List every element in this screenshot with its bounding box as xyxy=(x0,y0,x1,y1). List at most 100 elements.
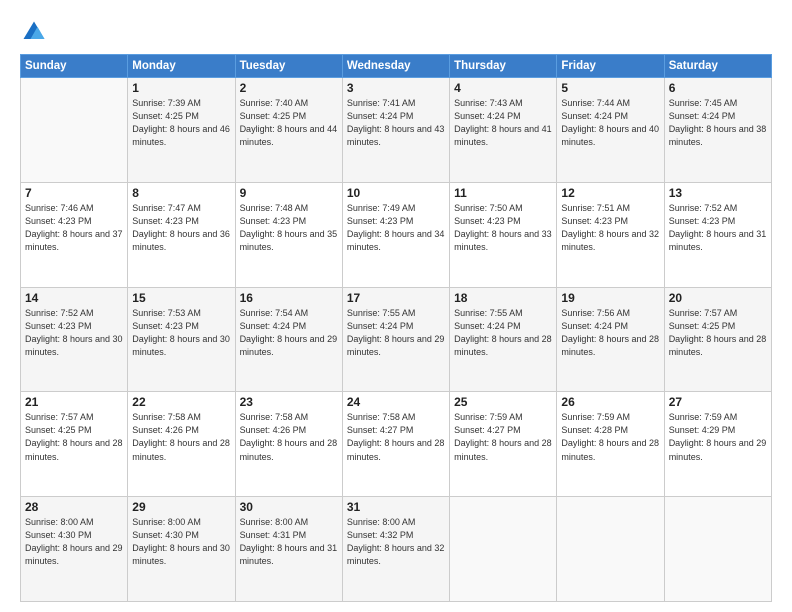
day-number: 2 xyxy=(240,81,338,95)
calendar-cell: 31 Sunrise: 8:00 AMSunset: 4:32 PMDaylig… xyxy=(342,497,449,602)
day-number: 26 xyxy=(561,395,659,409)
calendar-cell: 14 Sunrise: 7:52 AMSunset: 4:23 PMDaylig… xyxy=(21,287,128,392)
day-number: 11 xyxy=(454,186,552,200)
calendar-cell: 26 Sunrise: 7:59 AMSunset: 4:28 PMDaylig… xyxy=(557,392,664,497)
calendar-cell: 4 Sunrise: 7:43 AMSunset: 4:24 PMDayligh… xyxy=(450,78,557,183)
weekday-header-tuesday: Tuesday xyxy=(235,55,342,78)
day-number: 25 xyxy=(454,395,552,409)
calendar-cell xyxy=(450,497,557,602)
calendar-cell: 11 Sunrise: 7:50 AMSunset: 4:23 PMDaylig… xyxy=(450,182,557,287)
day-number: 17 xyxy=(347,291,445,305)
day-info: Sunrise: 7:55 AMSunset: 4:24 PMDaylight:… xyxy=(347,308,445,357)
calendar-cell: 8 Sunrise: 7:47 AMSunset: 4:23 PMDayligh… xyxy=(128,182,235,287)
weekday-header-friday: Friday xyxy=(557,55,664,78)
calendar-cell: 25 Sunrise: 7:59 AMSunset: 4:27 PMDaylig… xyxy=(450,392,557,497)
weekday-header-monday: Monday xyxy=(128,55,235,78)
day-number: 9 xyxy=(240,186,338,200)
day-info: Sunrise: 7:44 AMSunset: 4:24 PMDaylight:… xyxy=(561,98,659,147)
calendar-cell: 16 Sunrise: 7:54 AMSunset: 4:24 PMDaylig… xyxy=(235,287,342,392)
day-info: Sunrise: 7:51 AMSunset: 4:23 PMDaylight:… xyxy=(561,203,659,252)
day-info: Sunrise: 8:00 AMSunset: 4:32 PMDaylight:… xyxy=(347,517,445,566)
day-info: Sunrise: 8:00 AMSunset: 4:30 PMDaylight:… xyxy=(25,517,123,566)
day-info: Sunrise: 7:52 AMSunset: 4:23 PMDaylight:… xyxy=(669,203,767,252)
day-number: 5 xyxy=(561,81,659,95)
day-info: Sunrise: 7:39 AMSunset: 4:25 PMDaylight:… xyxy=(132,98,230,147)
calendar-cell: 12 Sunrise: 7:51 AMSunset: 4:23 PMDaylig… xyxy=(557,182,664,287)
day-number: 23 xyxy=(240,395,338,409)
calendar-cell: 22 Sunrise: 7:58 AMSunset: 4:26 PMDaylig… xyxy=(128,392,235,497)
day-info: Sunrise: 7:58 AMSunset: 4:27 PMDaylight:… xyxy=(347,412,445,461)
day-info: Sunrise: 7:46 AMSunset: 4:23 PMDaylight:… xyxy=(25,203,123,252)
day-info: Sunrise: 7:48 AMSunset: 4:23 PMDaylight:… xyxy=(240,203,338,252)
day-info: Sunrise: 7:59 AMSunset: 4:27 PMDaylight:… xyxy=(454,412,552,461)
day-number: 10 xyxy=(347,186,445,200)
calendar-cell: 18 Sunrise: 7:55 AMSunset: 4:24 PMDaylig… xyxy=(450,287,557,392)
calendar-cell xyxy=(21,78,128,183)
day-number: 31 xyxy=(347,500,445,514)
day-number: 30 xyxy=(240,500,338,514)
calendar-week-row: 14 Sunrise: 7:52 AMSunset: 4:23 PMDaylig… xyxy=(21,287,772,392)
day-number: 3 xyxy=(347,81,445,95)
day-number: 22 xyxy=(132,395,230,409)
day-info: Sunrise: 7:47 AMSunset: 4:23 PMDaylight:… xyxy=(132,203,230,252)
day-info: Sunrise: 7:41 AMSunset: 4:24 PMDaylight:… xyxy=(347,98,445,147)
day-number: 16 xyxy=(240,291,338,305)
weekday-header-saturday: Saturday xyxy=(664,55,771,78)
day-number: 12 xyxy=(561,186,659,200)
day-info: Sunrise: 7:56 AMSunset: 4:24 PMDaylight:… xyxy=(561,308,659,357)
calendar-cell: 24 Sunrise: 7:58 AMSunset: 4:27 PMDaylig… xyxy=(342,392,449,497)
calendar-cell xyxy=(664,497,771,602)
calendar-week-row: 1 Sunrise: 7:39 AMSunset: 4:25 PMDayligh… xyxy=(21,78,772,183)
calendar-cell: 28 Sunrise: 8:00 AMSunset: 4:30 PMDaylig… xyxy=(21,497,128,602)
day-info: Sunrise: 7:57 AMSunset: 4:25 PMDaylight:… xyxy=(669,308,767,357)
day-info: Sunrise: 7:45 AMSunset: 4:24 PMDaylight:… xyxy=(669,98,767,147)
day-info: Sunrise: 7:59 AMSunset: 4:29 PMDaylight:… xyxy=(669,412,767,461)
day-info: Sunrise: 7:58 AMSunset: 4:26 PMDaylight:… xyxy=(240,412,338,461)
day-info: Sunrise: 7:58 AMSunset: 4:26 PMDaylight:… xyxy=(132,412,230,461)
day-number: 20 xyxy=(669,291,767,305)
day-number: 6 xyxy=(669,81,767,95)
header xyxy=(20,18,772,46)
calendar-cell: 13 Sunrise: 7:52 AMSunset: 4:23 PMDaylig… xyxy=(664,182,771,287)
weekday-header-thursday: Thursday xyxy=(450,55,557,78)
day-number: 21 xyxy=(25,395,123,409)
calendar-cell xyxy=(557,497,664,602)
day-number: 13 xyxy=(669,186,767,200)
page: SundayMondayTuesdayWednesdayThursdayFrid… xyxy=(0,0,792,612)
day-info: Sunrise: 7:50 AMSunset: 4:23 PMDaylight:… xyxy=(454,203,552,252)
day-info: Sunrise: 7:52 AMSunset: 4:23 PMDaylight:… xyxy=(25,308,123,357)
day-info: Sunrise: 7:59 AMSunset: 4:28 PMDaylight:… xyxy=(561,412,659,461)
calendar-cell: 27 Sunrise: 7:59 AMSunset: 4:29 PMDaylig… xyxy=(664,392,771,497)
day-number: 19 xyxy=(561,291,659,305)
calendar-cell: 10 Sunrise: 7:49 AMSunset: 4:23 PMDaylig… xyxy=(342,182,449,287)
calendar-cell: 23 Sunrise: 7:58 AMSunset: 4:26 PMDaylig… xyxy=(235,392,342,497)
day-number: 18 xyxy=(454,291,552,305)
day-number: 8 xyxy=(132,186,230,200)
calendar-cell: 15 Sunrise: 7:53 AMSunset: 4:23 PMDaylig… xyxy=(128,287,235,392)
calendar-cell: 20 Sunrise: 7:57 AMSunset: 4:25 PMDaylig… xyxy=(664,287,771,392)
day-number: 27 xyxy=(669,395,767,409)
day-info: Sunrise: 7:53 AMSunset: 4:23 PMDaylight:… xyxy=(132,308,230,357)
day-number: 14 xyxy=(25,291,123,305)
day-number: 1 xyxy=(132,81,230,95)
day-info: Sunrise: 8:00 AMSunset: 4:31 PMDaylight:… xyxy=(240,517,338,566)
day-info: Sunrise: 7:55 AMSunset: 4:24 PMDaylight:… xyxy=(454,308,552,357)
day-number: 4 xyxy=(454,81,552,95)
calendar-cell: 9 Sunrise: 7:48 AMSunset: 4:23 PMDayligh… xyxy=(235,182,342,287)
day-info: Sunrise: 7:57 AMSunset: 4:25 PMDaylight:… xyxy=(25,412,123,461)
calendar-cell: 17 Sunrise: 7:55 AMSunset: 4:24 PMDaylig… xyxy=(342,287,449,392)
calendar-table: SundayMondayTuesdayWednesdayThursdayFrid… xyxy=(20,54,772,602)
weekday-header-sunday: Sunday xyxy=(21,55,128,78)
day-number: 28 xyxy=(25,500,123,514)
calendar-week-row: 21 Sunrise: 7:57 AMSunset: 4:25 PMDaylig… xyxy=(21,392,772,497)
day-info: Sunrise: 7:54 AMSunset: 4:24 PMDaylight:… xyxy=(240,308,338,357)
day-info: Sunrise: 7:49 AMSunset: 4:23 PMDaylight:… xyxy=(347,203,445,252)
calendar-cell: 7 Sunrise: 7:46 AMSunset: 4:23 PMDayligh… xyxy=(21,182,128,287)
weekday-header-row: SundayMondayTuesdayWednesdayThursdayFrid… xyxy=(21,55,772,78)
weekday-header-wednesday: Wednesday xyxy=(342,55,449,78)
calendar-cell: 29 Sunrise: 8:00 AMSunset: 4:30 PMDaylig… xyxy=(128,497,235,602)
logo-icon xyxy=(20,18,48,46)
calendar-cell: 19 Sunrise: 7:56 AMSunset: 4:24 PMDaylig… xyxy=(557,287,664,392)
calendar-cell: 21 Sunrise: 7:57 AMSunset: 4:25 PMDaylig… xyxy=(21,392,128,497)
calendar-cell: 1 Sunrise: 7:39 AMSunset: 4:25 PMDayligh… xyxy=(128,78,235,183)
